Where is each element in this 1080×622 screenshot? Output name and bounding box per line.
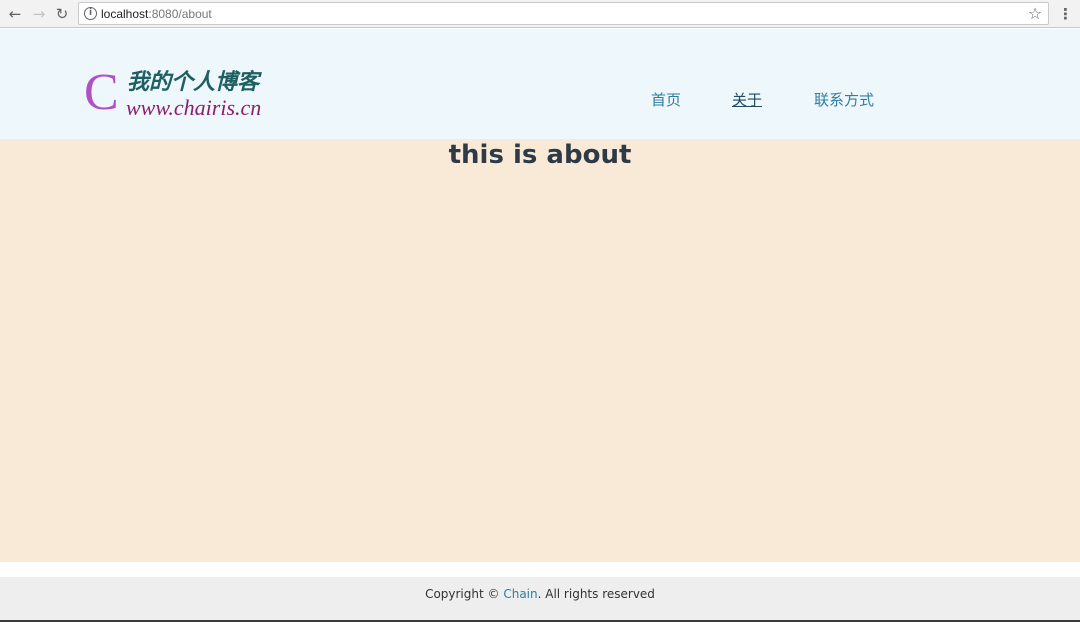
page-title: this is about [448, 140, 632, 170]
address-bar[interactable]: i localhost:8080/about ☆ [78, 2, 1049, 25]
info-icon[interactable]: i [84, 7, 97, 20]
site-footer: Copyright © Chain. All rights reserved [0, 577, 1080, 620]
logo-letter: C [84, 64, 119, 121]
url-path: :8080/about [148, 7, 212, 21]
url-text[interactable]: localhost:8080/about [101, 6, 212, 22]
logo-url: www.chairis.cn [126, 95, 262, 120]
forward-arrow-icon[interactable]: → [29, 4, 49, 24]
site-header: C 我的个人博客 www.chairis.cn 首页 关于 联系方式 [0, 29, 1080, 139]
menu-icon[interactable]: ⋮ [1058, 4, 1073, 24]
logo-title: 我的个人博客 [127, 69, 260, 95]
back-arrow-icon[interactable]: ← [5, 4, 25, 24]
nav-contact-link[interactable]: 联系方式 [814, 90, 874, 110]
footer-author-link[interactable]: Chain [503, 587, 537, 601]
url-host: localhost [101, 7, 149, 21]
browser-toolbar: ← → ↻ i localhost:8080/about ☆ ⋮ [0, 0, 1080, 28]
site-logo[interactable]: C 我的个人博客 www.chairis.cn [84, 64, 284, 121]
main-content: this is about [0, 139, 1080, 562]
copyright-prefix: Copyright © [425, 587, 504, 601]
nav-about-link[interactable]: 关于 [732, 90, 762, 110]
reload-icon[interactable]: ↻ [52, 4, 72, 24]
copyright-suffix: . All rights reserved [537, 587, 655, 601]
copyright-text: Copyright © Chain. All rights reserved [0, 586, 1080, 602]
star-icon[interactable]: ☆ [1026, 4, 1044, 24]
nav-home-link[interactable]: 首页 [651, 90, 681, 110]
